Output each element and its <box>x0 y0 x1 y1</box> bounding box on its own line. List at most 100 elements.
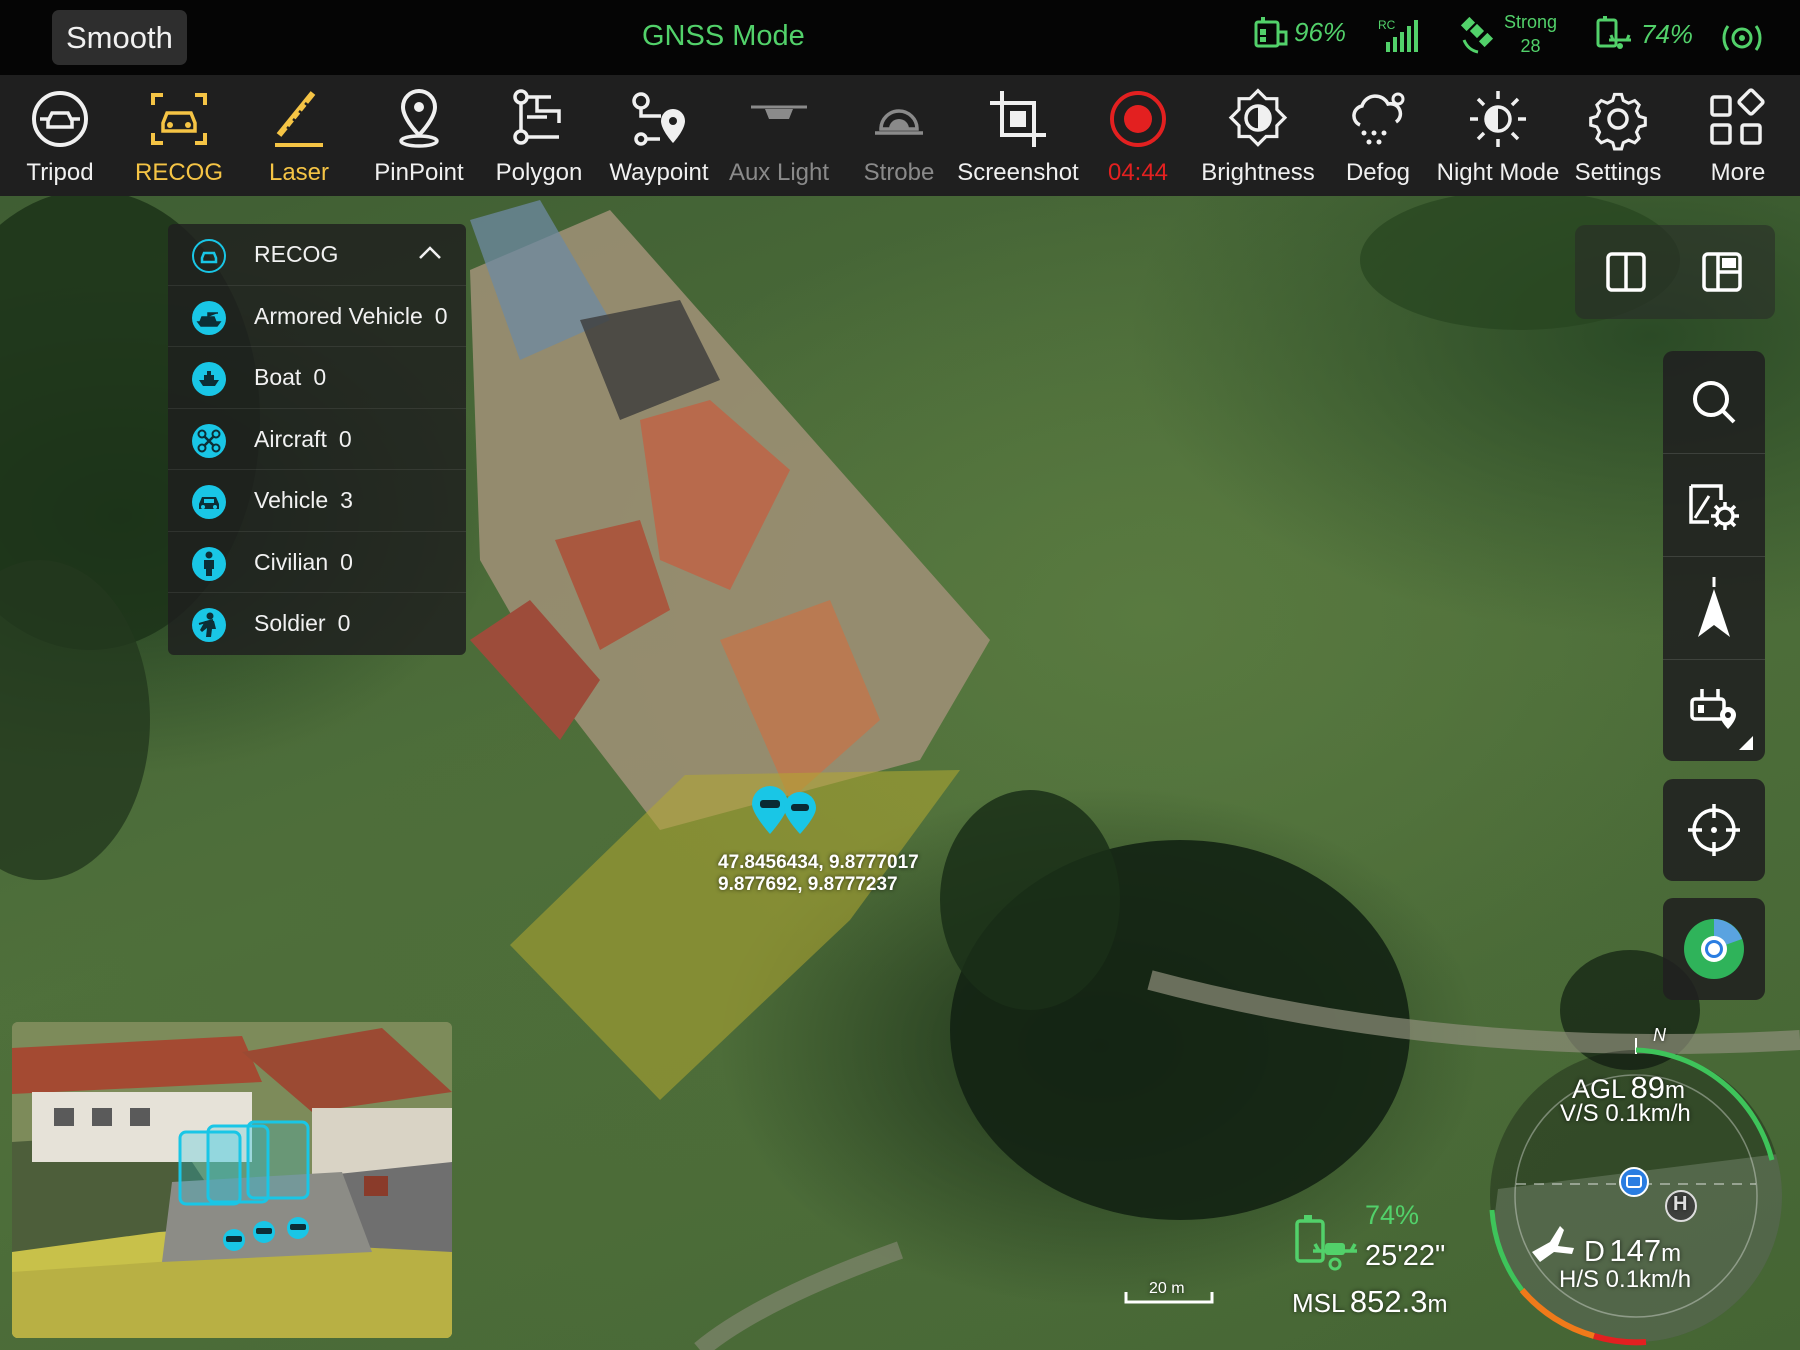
recog-item-aircraft[interactable]: Aircraft 0 <box>168 409 466 470</box>
recog-item-civilian[interactable]: Civilian 0 <box>168 532 466 593</box>
pinpoint-label: PinPoint <box>374 159 464 186</box>
flight-mode-button[interactable]: Smooth <box>52 10 187 65</box>
more-icon <box>1710 88 1765 145</box>
gnss-status: Strong 28 <box>1458 10 1557 58</box>
gnss-strength: Strong <box>1504 12 1558 32</box>
tripod-button[interactable]: Tripod <box>0 75 120 196</box>
night-mode-label: Night Mode <box>1436 159 1560 186</box>
vehicle-marker-icon[interactable] <box>750 784 824 840</box>
map-layer-panel <box>1663 898 1765 1000</box>
brightness-icon <box>1228 88 1288 147</box>
msl-unit: m <box>1427 1291 1448 1318</box>
screenshot-button[interactable]: Screenshot <box>957 75 1079 196</box>
expand-corner-icon <box>1739 736 1753 750</box>
flight-battery-percent: 74% <box>1365 1200 1420 1230</box>
connection-status[interactable] <box>1720 16 1764 60</box>
boat-icon <box>192 362 226 396</box>
aircraft-battery-status: 74% <box>1595 14 1693 54</box>
car-icon <box>192 485 226 519</box>
polygon-button[interactable]: Polygon <box>479 75 599 196</box>
aircraft-battery-value: 74% <box>1641 18 1694 49</box>
rc-signal-label: RC <box>1378 18 1396 32</box>
split-view-icon <box>1606 252 1646 292</box>
soldier-icon <box>192 608 226 642</box>
recog-item-count: 0 <box>434 302 448 329</box>
msl-value: 852.3 <box>1349 1284 1428 1319</box>
pinpoint-button[interactable]: PinPoint <box>359 75 479 196</box>
waypoint-button[interactable]: Waypoint <box>599 75 719 196</box>
recog-panel-title: RECOG <box>254 241 339 267</box>
rc-location-button[interactable] <box>1663 660 1765 762</box>
map-settings-button[interactable] <box>1663 454 1765 556</box>
crosshair-icon <box>1688 804 1740 856</box>
rc-location-icon <box>1690 689 1736 729</box>
settings-button[interactable]: Settings <box>1558 75 1678 196</box>
target-coordinates: 47.8456434, 9.8777017 9.877692, 9.877723… <box>718 852 919 896</box>
locate-aircraft-panel <box>1663 779 1765 881</box>
rc-battery-icon <box>1254 17 1288 48</box>
recog-item-vehicle[interactable]: Vehicle 3 <box>168 470 466 532</box>
defog-button[interactable]: Defog <box>1318 75 1438 196</box>
msl-readout: MSL 852.3m <box>1292 1284 1448 1320</box>
recog-item-label: Armored Vehicle <box>254 302 423 329</box>
night-mode-icon <box>1470 91 1526 147</box>
search-icon <box>1693 381 1736 424</box>
record-button[interactable]: 04:44 <box>1078 75 1198 196</box>
recog-item-armored-vehicle[interactable]: Armored Vehicle 0 <box>168 286 466 347</box>
target-coords-line1: 47.8456434, 9.8777017 <box>718 852 919 873</box>
distance-readout: D 147m <box>1584 1233 1681 1269</box>
recog-item-label: Vehicle <box>254 487 329 513</box>
satellite-icon <box>1460 16 1494 54</box>
navigation-arrow-icon <box>1698 577 1730 637</box>
pip-layout-icon <box>1702 252 1742 292</box>
laser-button[interactable]: Laser <box>239 75 359 196</box>
laser-icon <box>275 91 323 147</box>
aux-light-label: Aux Light <box>728 159 830 186</box>
tripod-icon <box>32 91 88 147</box>
laser-label: Laser <box>268 159 330 186</box>
rc-battery-value: 96% <box>1294 16 1347 47</box>
defog-label: Defog <box>1345 159 1411 186</box>
night-mode-button[interactable]: Night Mode <box>1437 75 1559 196</box>
vertical-speed: V/S 0.1km/h <box>1560 1100 1691 1127</box>
polygon-icon <box>513 89 561 145</box>
distance-label: D <box>1584 1236 1605 1268</box>
recog-item-soldier[interactable]: Soldier 0 <box>168 593 466 655</box>
split-view-button[interactable] <box>1575 221 1677 323</box>
aux-light-icon <box>751 105 807 119</box>
locate-aircraft-button[interactable] <box>1663 779 1765 881</box>
map-layer-button[interactable] <box>1663 898 1765 1000</box>
strobe-button[interactable]: Strobe <box>839 75 959 196</box>
pinpoint-icon <box>399 88 439 148</box>
recog-label: RECOG <box>134 159 223 186</box>
recog-item-count: 0 <box>337 610 351 636</box>
target-coords-line2: 9.877692, 9.8777237 <box>718 874 898 895</box>
camera-feed-image <box>12 1022 452 1338</box>
satellite-count: 28 <box>1520 36 1541 56</box>
pip-layout-button[interactable] <box>1671 221 1773 323</box>
screenshot-icon <box>990 91 1046 147</box>
recog-item-label: Civilian <box>254 548 329 575</box>
rc-position-icon <box>1619 1167 1649 1197</box>
aux-light-button[interactable]: Aux Light <box>719 75 839 196</box>
recog-item-count: 3 <box>340 487 353 513</box>
map-search-button[interactable] <box>1663 351 1765 453</box>
map-tools-panel <box>1663 351 1765 761</box>
camera-pip-view[interactable] <box>12 1022 452 1338</box>
brightness-button[interactable]: Brightness <box>1198 75 1318 196</box>
recog-item-boat[interactable]: Boat 0 <box>168 347 466 409</box>
more-button[interactable]: More <box>1678 75 1798 196</box>
recog-panel-header[interactable]: RECOG <box>168 224 466 286</box>
record-timer: 04:44 <box>1107 159 1169 186</box>
settings-label: Settings <box>1574 159 1662 186</box>
recog-item-label: Boat <box>254 364 302 390</box>
positioning-mode[interactable]: GNSS Mode <box>642 20 805 53</box>
recog-item-count: 0 <box>313 364 327 390</box>
defog-icon <box>1352 92 1405 145</box>
map-north-up-button[interactable] <box>1663 557 1765 659</box>
brightness-label: Brightness <box>1201 159 1315 186</box>
msl-label: MSL <box>1292 1288 1346 1318</box>
recog-button[interactable]: RECOG <box>119 75 239 196</box>
recog-item-label: Soldier <box>254 610 326 636</box>
chevron-up-icon[interactable] <box>418 244 442 260</box>
